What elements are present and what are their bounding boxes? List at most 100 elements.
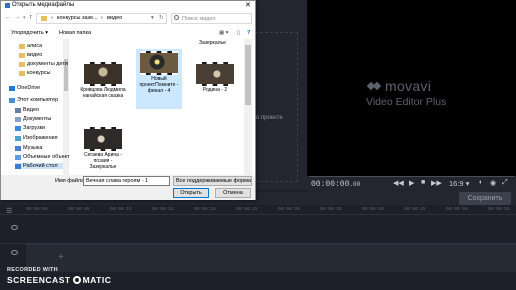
play-icon[interactable]: ▶ bbox=[409, 179, 414, 187]
view-options-icon[interactable]: ▦ ▾ bbox=[219, 30, 229, 36]
organize-button[interactable]: Упорядочить ▾ bbox=[11, 30, 48, 36]
file-item[interactable]: Сегаева Арина - поэзия - Зазеркалье bbox=[80, 125, 126, 170]
video-thumbnail bbox=[84, 62, 122, 86]
import-hint: в проекте bbox=[256, 115, 283, 121]
folder-icon bbox=[19, 70, 25, 76]
folder-icon bbox=[19, 43, 25, 49]
file-name: Новый проектПомните - финал - 4 bbox=[139, 76, 179, 94]
ruler-tick-label: 00:00:50 bbox=[446, 207, 468, 212]
nav-item[interactable]: Объемные объект bbox=[15, 154, 70, 160]
ruler-tick-label: 00:00:00 bbox=[26, 207, 48, 212]
import-drop-zone[interactable] bbox=[255, 32, 298, 182]
ruler-tick-label: 00:00:05 bbox=[68, 207, 90, 212]
save-button[interactable]: Сохранить bbox=[459, 192, 511, 205]
video-track[interactable] bbox=[26, 244, 516, 272]
thumbnail-image bbox=[84, 64, 122, 84]
nav-item[interactable]: Видео bbox=[15, 107, 39, 113]
nav-item[interactable]: Рабочий стол bbox=[15, 163, 63, 169]
files-scroll-thumb[interactable] bbox=[245, 45, 251, 105]
thumbnail-image bbox=[140, 53, 178, 73]
computer-icon bbox=[9, 97, 15, 103]
ruler-tick-label: 00:00:55 bbox=[488, 207, 510, 212]
video-thumbnail bbox=[84, 127, 122, 151]
ruler-tick-label: 00:00:20 bbox=[194, 207, 216, 212]
screencast-logo-icon bbox=[72, 276, 81, 284]
ruler-tick-label: 00:00:40 bbox=[362, 207, 384, 212]
nav-item-label: Музыка bbox=[23, 145, 43, 151]
nav-item-label: Объемные объект bbox=[23, 154, 70, 160]
file-item[interactable]: Кривцова Людмила нанайская сказка bbox=[80, 60, 126, 99]
ruler-tick-label: 00:00:35 bbox=[320, 207, 342, 212]
timecode: 00:00:00.00 bbox=[311, 180, 361, 189]
file-name: Сегаева Арина - поэзия - Зазеркалье bbox=[84, 152, 122, 170]
forward-arrow-icon[interactable]: → bbox=[14, 14, 21, 21]
breadcrumb-sep: › bbox=[51, 15, 53, 21]
nav-item[interactable]: Этот компьютер bbox=[9, 97, 58, 103]
close-icon[interactable]: ✕ bbox=[245, 1, 251, 9]
nav-item-label: Этот компьютер bbox=[17, 97, 59, 103]
nav-item-label: алиса bbox=[27, 43, 43, 49]
nav-item[interactable]: видео bbox=[19, 52, 42, 58]
nav-item[interactable]: конкурсы bbox=[19, 70, 50, 76]
cloud-icon bbox=[9, 85, 15, 91]
stop-icon[interactable]: ■ bbox=[421, 179, 425, 186]
eye-icon[interactable] bbox=[11, 250, 18, 255]
file-name: Родина - 2 bbox=[202, 87, 228, 93]
ruler-tick-label: 00:00:45 bbox=[404, 207, 426, 212]
chevron-down-icon[interactable]: ▾ bbox=[151, 15, 154, 21]
nav-item[interactable]: Изображения bbox=[15, 135, 58, 141]
search-placeholder: Поиск: видео bbox=[182, 16, 216, 22]
breadcrumb-item[interactable]: видео bbox=[107, 15, 122, 21]
downloads-icon bbox=[15, 125, 21, 131]
folder-icon bbox=[19, 61, 25, 67]
nav-item[interactable]: Загрузки bbox=[15, 125, 45, 131]
back-arrow-icon[interactable]: ← bbox=[5, 14, 12, 21]
nav-item-label: Изображения bbox=[23, 135, 58, 141]
filetype-select[interactable]: Все поддерживаемые формат bbox=[173, 176, 252, 186]
open-button[interactable]: Открыть bbox=[173, 188, 209, 198]
nav-item[interactable]: Документы bbox=[15, 116, 51, 122]
tracks-icon[interactable]: ☰ bbox=[6, 207, 12, 215]
nav-item[interactable]: OneDrive bbox=[9, 85, 40, 91]
dialog-title: Открыть медиафайлы bbox=[12, 2, 75, 8]
product-name: Video Editor Plus bbox=[366, 96, 447, 108]
filename-input[interactable]: Вечная слава героям - 1 bbox=[83, 176, 170, 186]
nav-item[interactable]: Музыка bbox=[15, 145, 42, 151]
add-track-icon[interactable]: + bbox=[58, 252, 64, 263]
eye-icon[interactable] bbox=[11, 225, 18, 230]
thumbnail-image bbox=[196, 64, 234, 84]
nav-item-label: Рабочий стол bbox=[23, 163, 58, 169]
file-item[interactable]: Новый проектПомните - финал - 4 bbox=[136, 49, 182, 109]
movavi-mark-icon bbox=[368, 80, 381, 93]
recent-locations-icon[interactable]: ▾ bbox=[23, 15, 26, 21]
filename-label: Имя файла: bbox=[55, 178, 86, 184]
next-frame-icon[interactable]: ▶▶ bbox=[431, 179, 442, 187]
app-icon bbox=[5, 3, 10, 8]
help-icon[interactable]: ? bbox=[247, 30, 250, 36]
volume-icon[interactable]: ◖ bbox=[478, 179, 482, 186]
movavi-logo: movavi bbox=[368, 78, 431, 94]
refresh-icon[interactable]: ↻ bbox=[159, 15, 164, 21]
aspect-ratio-select[interactable]: 16:9 ▾ bbox=[449, 179, 469, 188]
cancel-button[interactable]: Отмена bbox=[215, 188, 251, 198]
nav-item-label: видео bbox=[27, 52, 43, 58]
nav-item[interactable]: документы дети bbox=[19, 61, 68, 67]
search-icon bbox=[174, 15, 179, 20]
new-folder-button[interactable]: Новая папка bbox=[59, 30, 91, 36]
fullscreen-icon[interactable]: ⤢ bbox=[502, 179, 508, 187]
playback-progress-bar[interactable] bbox=[309, 176, 514, 177]
preview-pane-icon[interactable]: ▯ bbox=[237, 30, 240, 36]
nav-item-label: документы дети bbox=[27, 61, 68, 67]
ruler-tick-label: 00:00:10 bbox=[110, 207, 132, 212]
up-arrow-icon[interactable]: ↑ bbox=[29, 14, 33, 21]
nav-item-label: Видео bbox=[23, 107, 40, 113]
breadcrumb-item[interactable]: конкурсы зазе... bbox=[57, 15, 98, 21]
folder-icon bbox=[19, 52, 25, 58]
snapshot-icon[interactable]: ◉ bbox=[490, 179, 496, 187]
file-item[interactable]: Родина - 2 bbox=[192, 60, 238, 93]
video-thumbnail bbox=[140, 51, 178, 75]
prev-frame-icon[interactable]: ◀◀ bbox=[393, 179, 404, 187]
ruler-tick-label: 00:00:30 bbox=[278, 207, 300, 212]
nav-item[interactable]: алиса bbox=[19, 43, 42, 49]
app-window: в проекте movavi Video Editor Plus 00:00… bbox=[0, 0, 516, 290]
